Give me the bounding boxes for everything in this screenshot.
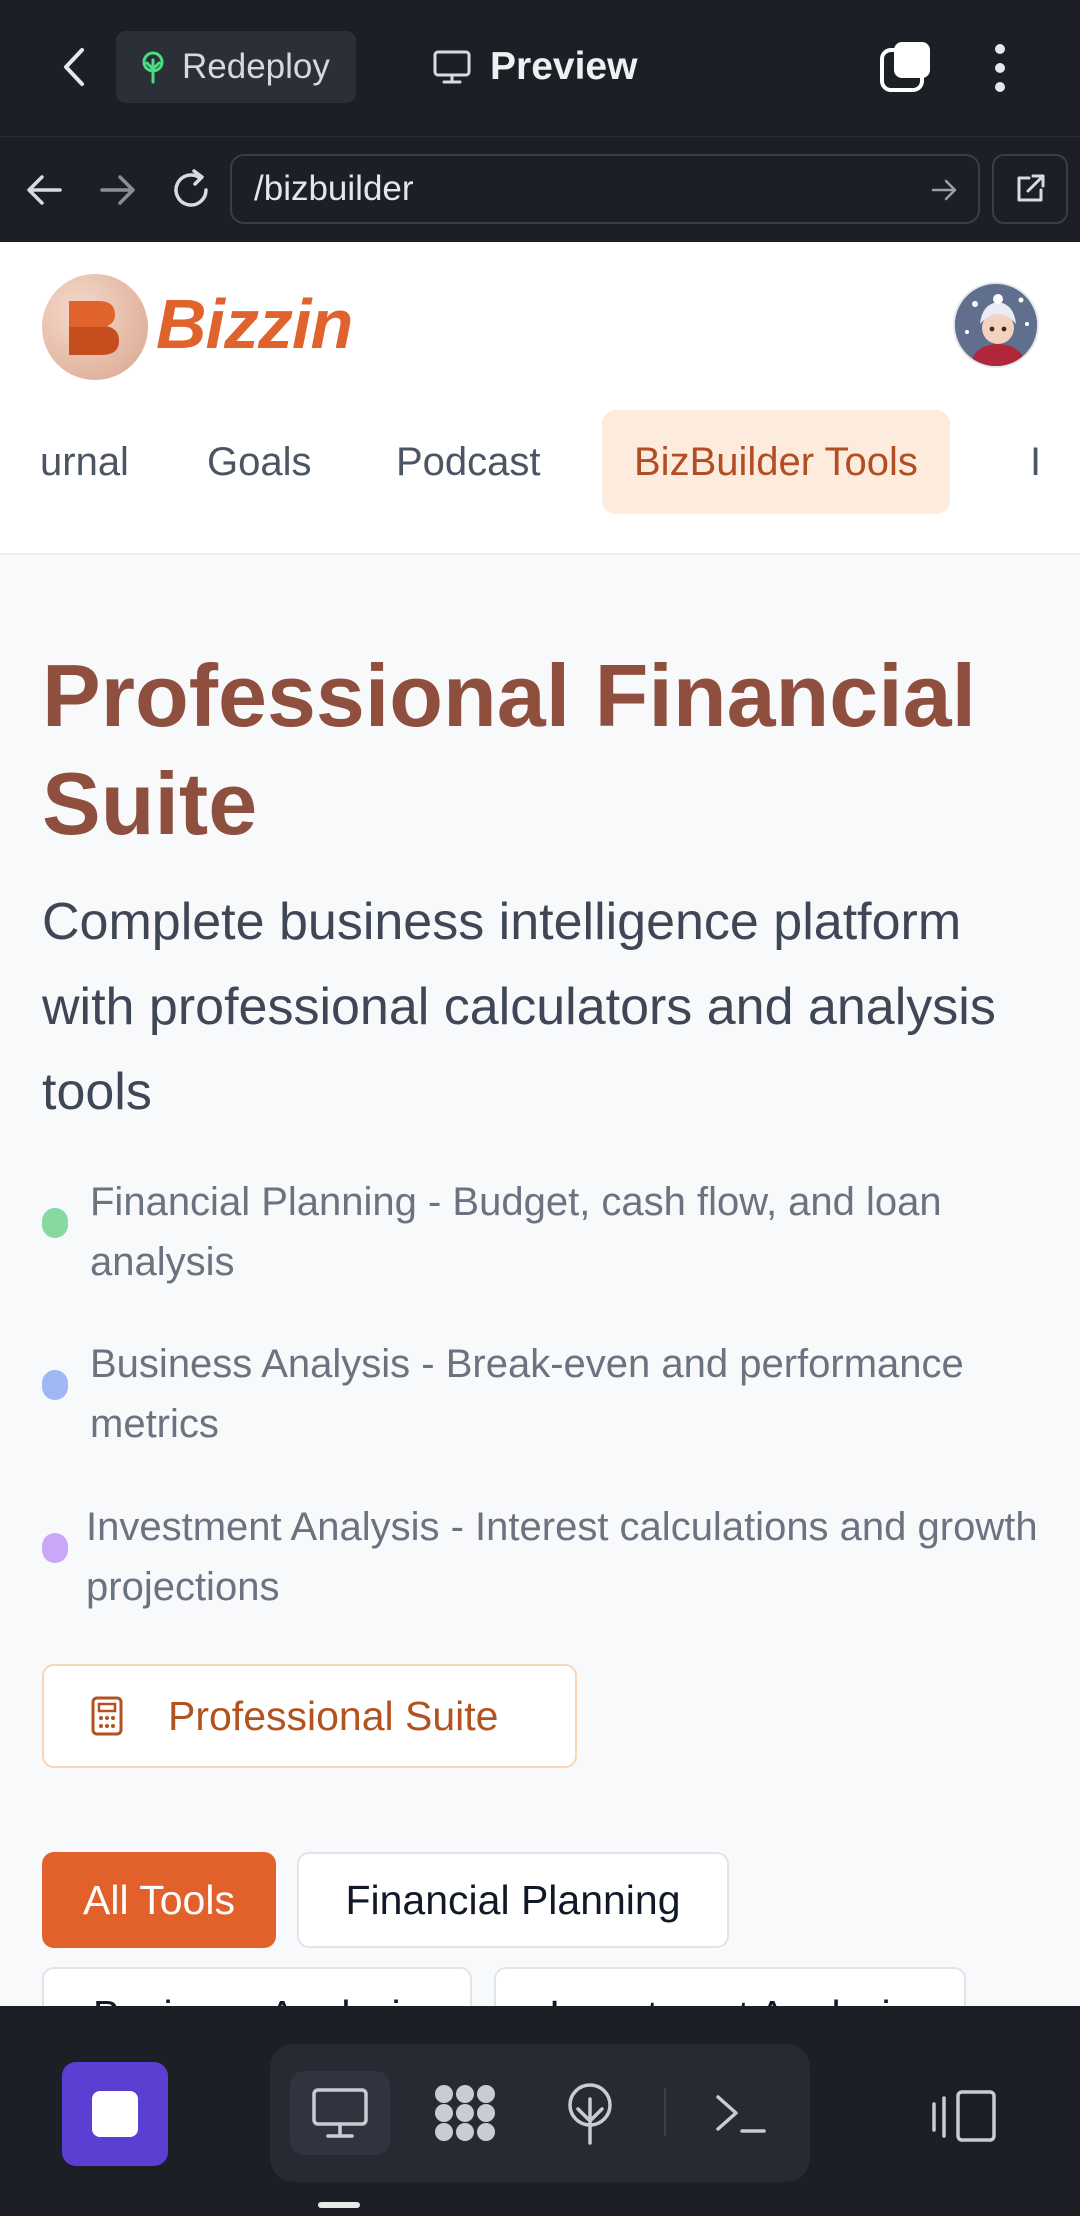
- back-arrow-icon: [64, 48, 84, 86]
- tree-icon: [142, 51, 164, 84]
- nav-goals[interactable]: Goals: [207, 410, 312, 514]
- feature-text: Business Analysis - Break-even and perfo…: [90, 1342, 964, 1446]
- browser-forward-button[interactable]: [92, 165, 142, 215]
- preview-tab[interactable]: Preview: [432, 40, 637, 94]
- feature-investment-analysis: Investment Analysis - Interest calculati…: [42, 1497, 1052, 1617]
- professional-suite-button[interactable]: Professional Suite: [42, 1664, 577, 1768]
- nav-journal[interactable]: urnal: [40, 410, 129, 514]
- nav-podcast[interactable]: Podcast: [396, 410, 541, 514]
- stop-square-icon: [92, 2091, 138, 2137]
- deploy-icon: [568, 2083, 612, 2145]
- brand-name[interactable]: Bizzin: [156, 284, 353, 364]
- deploy-tool-button[interactable]: [540, 2071, 640, 2155]
- nav-bizbuilder-tools[interactable]: BizBuilder Tools: [602, 410, 950, 514]
- more-vertical-icon: [995, 44, 1005, 92]
- gesture-handle: [318, 2202, 360, 2208]
- avatar-image-icon: [955, 284, 1037, 366]
- professional-suite-label: Professional Suite: [168, 1692, 499, 1739]
- feature-dot-purple: [42, 1533, 68, 1563]
- filter-all-tools[interactable]: All Tools: [42, 1852, 276, 1948]
- integrations-icon: [435, 2085, 495, 2141]
- site-nav: urnal Goals Podcast BizBuilder Tools I: [0, 410, 1080, 520]
- feature-dot-green: [42, 1208, 68, 1238]
- url-input[interactable]: /bizbuilder: [230, 154, 980, 224]
- device-toggle-icon: [932, 2090, 996, 2142]
- back-button[interactable]: [44, 34, 104, 100]
- app-top-bar: Redeploy Preview: [0, 0, 1080, 136]
- arrow-go-icon[interactable]: [928, 174, 960, 206]
- reload-button[interactable]: [164, 163, 218, 217]
- site-header: Bizzin urnal Goals Podcast BizBuilder To…: [0, 242, 1080, 555]
- arrow-right-icon: [100, 175, 135, 205]
- brand-logo[interactable]: [42, 274, 148, 380]
- url-text: /bizbuilder: [254, 169, 414, 208]
- calculator-icon: [91, 1696, 123, 1736]
- brand-logo-icon: [69, 301, 119, 355]
- filter-investment-analysis[interactable]: Investment Analysis: [494, 1967, 966, 2006]
- app-bottom-bar: [0, 2006, 1080, 2216]
- feature-business-analysis: Business Analysis - Break-even and perfo…: [42, 1334, 1052, 1454]
- desktop-tool-button[interactable]: [290, 2071, 390, 2155]
- terminal-icon: [716, 2095, 766, 2133]
- preview-label: Preview: [490, 45, 638, 88]
- page-subtitle: Complete business intelligence platform …: [42, 893, 996, 1121]
- workspace-button[interactable]: [62, 2062, 168, 2166]
- page-title: Professional Financial Suite: [42, 646, 977, 853]
- arrow-left-icon: [27, 175, 62, 205]
- feature-dot-blue: [42, 1370, 68, 1400]
- filter-business-analysis[interactable]: Business Analysis: [42, 1967, 472, 2006]
- tool-divider: [664, 2088, 666, 2136]
- reload-icon: [174, 169, 208, 207]
- website-viewport: Bizzin urnal Goals Podcast BizBuilder To…: [0, 242, 1080, 2006]
- feature-text: Investment Analysis - Interest calculati…: [86, 1505, 1038, 1609]
- tool-switcher: [270, 2044, 810, 2182]
- monitor-icon: [433, 50, 471, 84]
- feature-financial-planning: Financial Planning - Budget, cash flow, …: [42, 1172, 1052, 1292]
- more-options-button[interactable]: [980, 38, 1020, 98]
- user-avatar[interactable]: [953, 282, 1039, 368]
- terminal-tool-button[interactable]: [690, 2071, 790, 2155]
- browser-url-row: /bizbuilder: [0, 136, 1080, 242]
- external-link-icon: [1017, 174, 1045, 202]
- desktop-icon: [312, 2088, 368, 2138]
- open-external-button[interactable]: [992, 154, 1068, 224]
- tabs-button[interactable]: [876, 38, 936, 98]
- nav-next-item[interactable]: I: [1030, 410, 1041, 514]
- redeploy-button[interactable]: Redeploy: [116, 31, 356, 103]
- feature-text: Financial Planning - Budget, cash flow, …: [90, 1180, 942, 1284]
- browser-back-button[interactable]: [20, 165, 70, 215]
- redeploy-label: Redeploy: [182, 47, 330, 86]
- filter-financial-planning[interactable]: Financial Planning: [297, 1852, 729, 1948]
- integrations-tool-button[interactable]: [415, 2071, 515, 2155]
- tabs-icon: [880, 42, 930, 92]
- device-toggle-button[interactable]: [928, 2086, 1000, 2146]
